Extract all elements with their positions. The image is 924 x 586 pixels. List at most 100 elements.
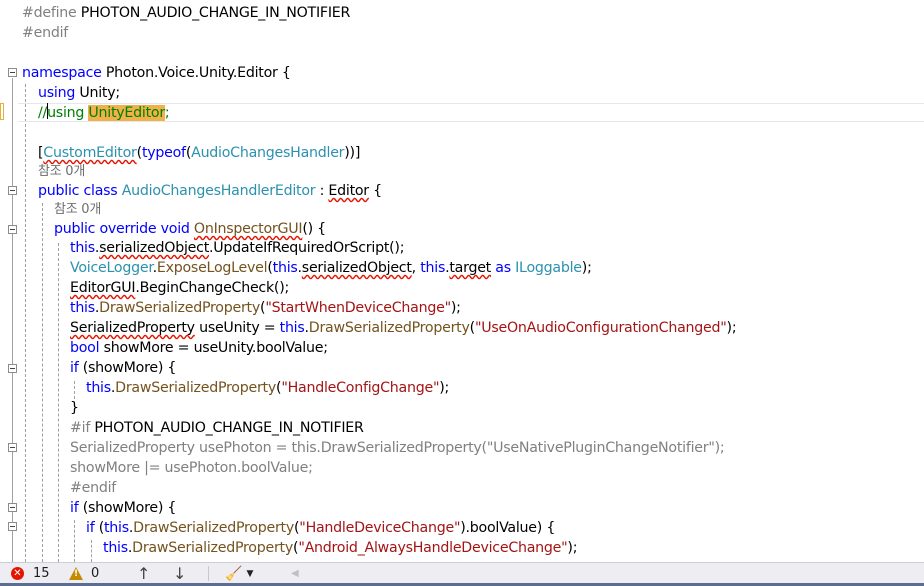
punct: : [315, 183, 329, 199]
punct: ); [567, 540, 578, 556]
code-line: #if PHOTON_AUDIO_CHANGE_IN_NOTIFIER [0, 418, 924, 438]
arrow-down-icon: ↓ [173, 564, 187, 583]
code-line: [CustomEditor(typeof(AudioChangesHandler… [0, 143, 924, 163]
identifier: useUnity = [194, 320, 280, 336]
inactive-code: showMore |= usePhoton.boolValue; [70, 460, 313, 476]
punct: () { [302, 221, 326, 237]
base-type: Editor [328, 183, 369, 199]
identifier: showMore = useUnity.boolValue; [99, 340, 328, 356]
keyword: void [160, 221, 190, 237]
keyword: public [54, 221, 96, 237]
code-line: #define PHOTON_AUDIO_CHANGE_IN_NOTIFIER [0, 3, 924, 23]
punct: } [70, 400, 79, 416]
preprocessor-keyword: #endif [70, 480, 117, 496]
string-literal: "UseOnAudioConfigurationChanged" [474, 320, 727, 336]
code-line: namespace Photon.Voice.Unity.Editor { [0, 63, 924, 83]
next-issue-button[interactable]: ↓ [173, 563, 186, 584]
identifier: (showMore) { [78, 500, 177, 516]
code-line-current: //using UnityEditor; [0, 103, 924, 123]
punct: { [368, 183, 382, 199]
previous-issue-button[interactable]: ↑ [137, 563, 150, 584]
type-name: AudioChangesHandler [191, 145, 345, 161]
identifier: .UpdateIfRequiredOrScript(); [209, 240, 405, 256]
identifier: (showMore) { [78, 360, 177, 376]
keyword: override [99, 221, 157, 237]
keyword: using [38, 85, 76, 101]
keyword: this [86, 380, 111, 396]
warnings-button[interactable]: 0 [69, 563, 99, 584]
code-line: public class AudioChangesHandlerEditor :… [0, 181, 924, 201]
scroll-left-button[interactable]: ◀ [291, 563, 299, 584]
keyword: this [272, 260, 298, 276]
identifier: serializedObject [99, 240, 210, 256]
code-line: if (this.DrawSerializedProperty("HandleD… [0, 518, 924, 538]
identifier: .BeginChangeCheck(); [135, 280, 290, 296]
scroll-left-icon: ◀ [291, 568, 299, 579]
identifier: serializedObject [301, 260, 412, 276]
code-line: this.DrawSerializedProperty("StartWhenDe… [0, 298, 924, 318]
punct: ); [439, 380, 450, 396]
keyword: this [70, 300, 95, 316]
code-line: this.serializedObject.UpdateIfRequiredOr… [0, 238, 924, 258]
punct: ).boolValue) { [460, 520, 556, 536]
codelens-line: 참조 0개 [0, 162, 924, 182]
type-name: VoiceLogger [70, 260, 153, 276]
comment-text: using [47, 105, 89, 121]
chevron-down-icon: ▼ [246, 568, 254, 579]
errors-button[interactable]: ✕ 15 [11, 563, 50, 584]
comment-text: ; [164, 105, 170, 121]
method-name: DrawSerializedProperty [308, 320, 470, 336]
code-line: if (showMore) { [0, 358, 924, 378]
broom-icon: 🧹 [225, 565, 243, 582]
codelens-line: 참조 0개 [0, 200, 924, 220]
codelens-references[interactable]: 참조 0개 [38, 162, 85, 182]
keyword: class [83, 183, 118, 199]
keyword: public [38, 183, 80, 199]
keyword: this [420, 260, 446, 276]
code-line-inactive: showMore |= usePhoton.boolValue; [0, 458, 924, 478]
type-name: SerializedProperty [70, 320, 195, 336]
code-line: #endif [0, 23, 924, 43]
class-name: AudioChangesHandlerEditor [121, 183, 316, 199]
keyword: this [279, 320, 305, 336]
method-name: DrawSerializedProperty [133, 520, 294, 536]
comment-marker: // [38, 105, 48, 121]
code-line: this.DrawSerializedProperty("HandleConfi… [0, 378, 924, 398]
warning-icon [69, 567, 83, 580]
punct: ); [450, 300, 461, 316]
keyword: as [495, 260, 511, 276]
keyword: typeof [141, 145, 186, 161]
error-icon: ✕ [11, 567, 24, 580]
method-name: OnInspectorGUI [193, 221, 303, 237]
namespace-name: Photon.Voice.Unity.Editor { [101, 65, 291, 81]
method-name: DrawSerializedProperty [115, 380, 277, 396]
code-line: using Unity; [0, 83, 924, 103]
punct: ); [581, 260, 592, 276]
code-editor[interactable]: #define PHOTON_AUDIO_CHANGE_IN_NOTIFIER … [0, 0, 924, 562]
inactive-code: SerializedProperty usePhoton = this.Draw… [70, 440, 725, 456]
keyword: this [103, 520, 129, 536]
symbol: PHOTON_AUDIO_CHANGE_IN_NOTIFIER [94, 420, 364, 436]
symbol: PHOTON_AUDIO_CHANGE_IN_NOTIFIER [80, 5, 351, 21]
identifier: target [449, 260, 491, 276]
attribute-name: CustomEditor [43, 145, 137, 161]
code-line: VoiceLogger.ExposeLogLevel(this.serializ… [0, 258, 924, 278]
code-cleanup-button[interactable]: 🧹 ▼ [225, 563, 253, 584]
punct: ); [726, 320, 737, 336]
separator [208, 566, 209, 581]
code-line: SerializedProperty useUnity = this.DrawS… [0, 318, 924, 338]
punct: ))] [344, 145, 361, 161]
string-literal: "HandleConfigChange" [281, 380, 440, 396]
keyword: bool [70, 340, 100, 356]
code-line: #endif [0, 478, 924, 498]
keyword: this [70, 240, 95, 256]
preprocessor-keyword: #define [22, 5, 81, 21]
code-line: bool showMore = useUnity.boolValue; [0, 338, 924, 358]
highlighted-match: UnityEditor [88, 105, 165, 121]
error-count: 15 [33, 566, 50, 581]
editor-status-bar: ✕ 15 0 ↑ ↓ 🧹 ▼ ◀ [0, 562, 924, 583]
arrow-up-icon: ↑ [137, 564, 151, 583]
codelens-references[interactable]: 참조 0개 [54, 200, 101, 220]
code-line: this.DrawSerializedProperty("Android_Alw… [0, 538, 924, 558]
code-line: EditorGUI.BeginChangeCheck(); [0, 278, 924, 298]
